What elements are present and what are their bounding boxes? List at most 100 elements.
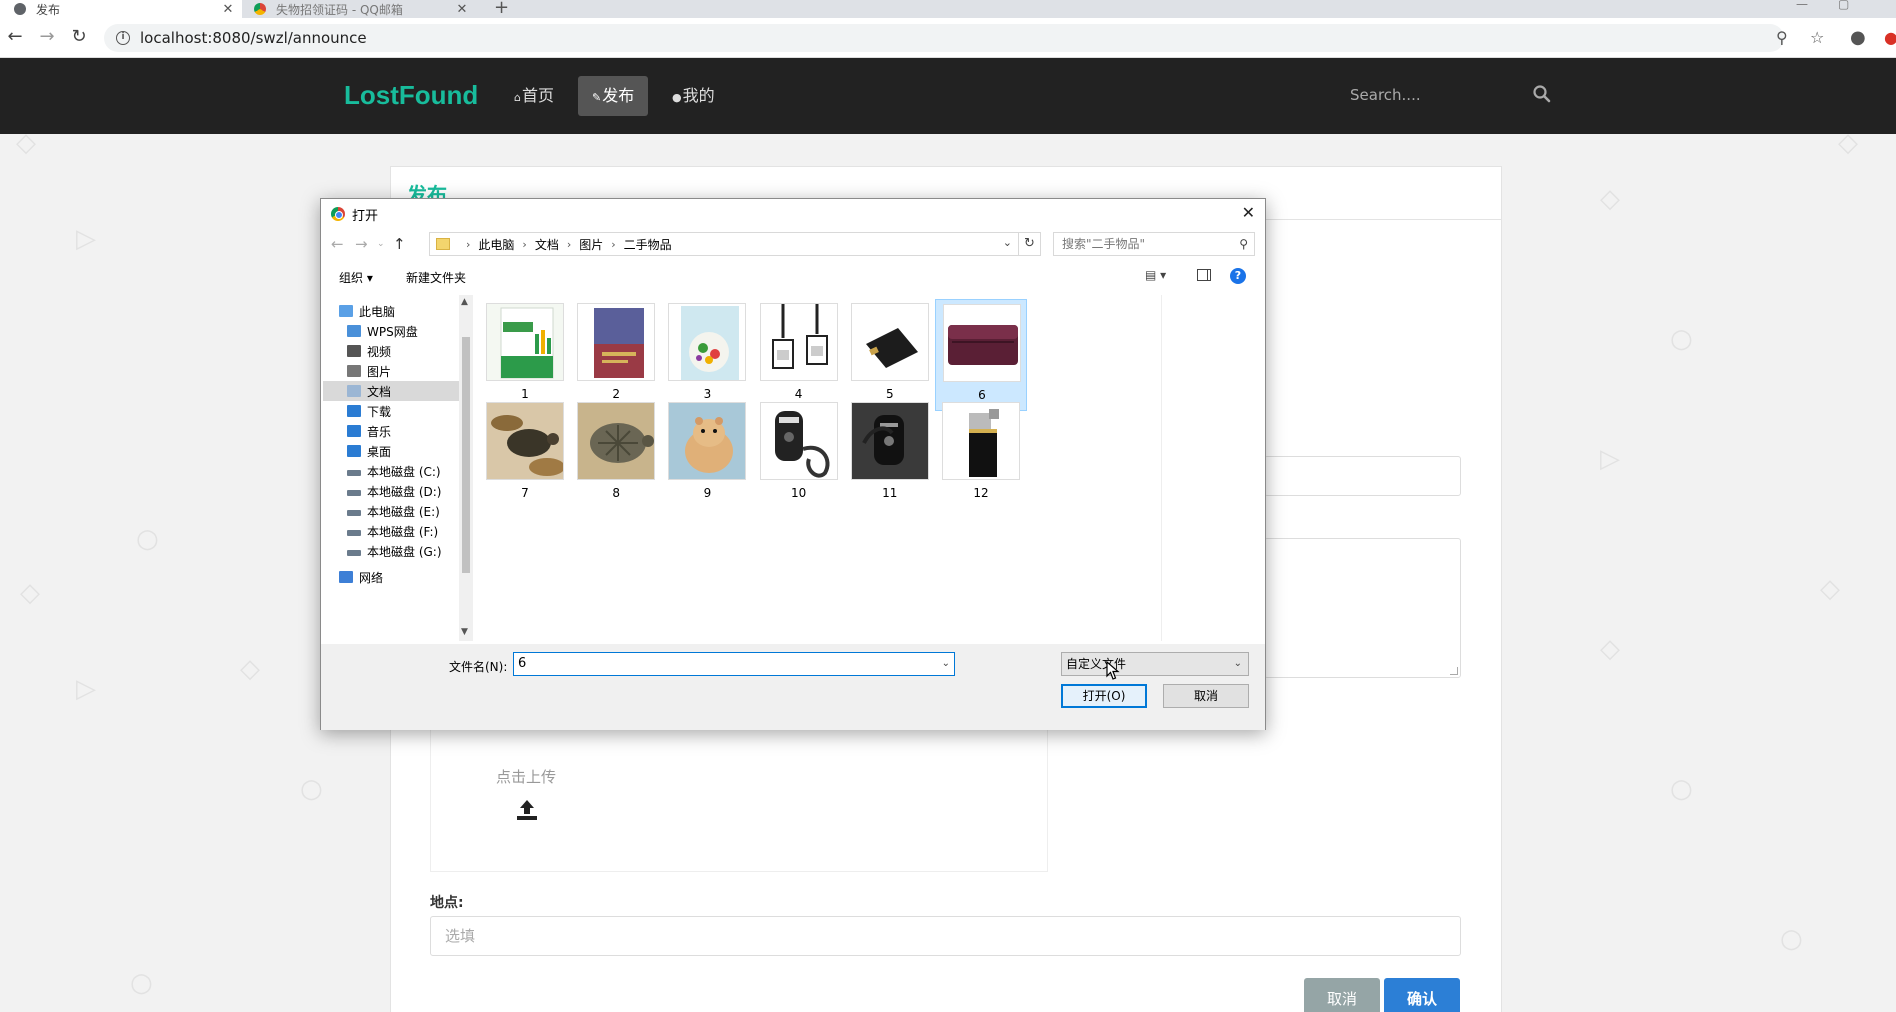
breadcrumb-item[interactable]: 文档 (535, 236, 559, 253)
search-input[interactable]: Search.... (1350, 86, 1421, 104)
url-field[interactable]: i localhost:8080/swzl/announce (104, 24, 1784, 52)
file-item[interactable]: 8 (570, 398, 662, 510)
cancel-button[interactable]: 取消 (1304, 978, 1380, 1012)
upload-icon[interactable] (515, 798, 539, 822)
breadcrumb-item[interactable]: 此电脑 (478, 236, 514, 253)
refresh-icon[interactable]: ↻ (1019, 232, 1041, 256)
dialog-search-input[interactable]: 搜索"二手物品" ⚲ (1053, 232, 1255, 256)
file-item[interactable]: 3 (661, 299, 753, 411)
brand-logo[interactable]: LostFound (344, 80, 478, 111)
resize-grip-icon[interactable] (1450, 667, 1458, 675)
file-name: 11 (882, 486, 898, 500)
nav-pane-item-label: 本地磁盘 (E:) (367, 504, 440, 519)
nav-pane-item[interactable]: 音乐 (323, 421, 459, 441)
bookmark-star-icon[interactable]: ☆ (1810, 24, 1824, 52)
chevron-down-icon[interactable]: ⌄ (1234, 653, 1242, 675)
back-icon[interactable]: ← (4, 27, 26, 47)
file-item[interactable]: 12 (935, 398, 1027, 510)
nav-pane-item[interactable]: 本地磁盘 (D:) (323, 481, 459, 501)
nav-pane-item[interactable]: 本地磁盘 (C:) (323, 461, 459, 481)
title-input[interactable] (1264, 456, 1461, 496)
dialog-cancel-button[interactable]: 取消 (1163, 684, 1249, 708)
recent-dropdown-icon[interactable]: ⌄ (377, 239, 385, 249)
nav-pane-item[interactable]: 本地磁盘 (E:) (323, 501, 459, 521)
dialog-bottom-bar: 文件名(N): 6 ⌄ 自定义文件 ⌄ 打开(O) 取消 (321, 644, 1265, 730)
decor-shape-icon: ◇ (16, 128, 36, 158)
forward-icon[interactable]: → (36, 27, 58, 47)
file-item[interactable]: 11 (844, 398, 936, 510)
close-icon[interactable]: ✕ (220, 2, 236, 17)
open-button[interactable]: 打开(O) (1061, 684, 1147, 708)
scrollbar-thumb[interactable] (462, 337, 470, 573)
filename-input[interactable]: 6 ⌄ (513, 652, 955, 676)
extension-icon[interactable]: ● (1884, 24, 1896, 52)
new-tab-button[interactable]: + (494, 0, 509, 18)
upload-label[interactable]: 点击上传 (496, 766, 556, 787)
filename-value: 6 (518, 656, 527, 671)
breadcrumb[interactable]: › 此电脑 › 文档 › 图片 › 二手物品 ⌄ (429, 232, 1019, 256)
breadcrumb-item[interactable]: 二手物品 (624, 236, 672, 253)
purple-wallet-thumb (943, 304, 1021, 382)
scroll-up-icon[interactable]: ▲ (461, 297, 468, 307)
nav-pane-item[interactable]: 本地磁盘 (F:) (323, 521, 459, 541)
file-item[interactable]: 9 (661, 398, 753, 510)
maximize-icon[interactable]: ▢ (1838, 0, 1849, 11)
confirm-button[interactable]: 确认 (1384, 978, 1460, 1012)
navpane-scrollbar[interactable]: ▲ ▼ (459, 295, 473, 641)
zoom-icon[interactable]: ⚲ (1776, 24, 1788, 52)
chevron-down-icon[interactable]: ⌄ (942, 653, 950, 675)
nav-pane-item[interactable]: 网络 (323, 567, 459, 587)
file-item[interactable]: 7 (479, 398, 571, 510)
description-textarea[interactable] (1264, 538, 1461, 678)
car-key-thumb (759, 402, 838, 480)
search-icon[interactable] (1532, 84, 1552, 104)
file-item[interactable]: 2 (570, 299, 662, 411)
nav-pane-item-label: 本地磁盘 (C:) (367, 464, 441, 479)
file-item[interactable]: 5 (844, 299, 936, 411)
nav-pane-item[interactable]: 文档 (323, 381, 459, 401)
view-options-icon[interactable]: ▤ ▾ (1145, 268, 1166, 282)
organize-button[interactable]: 组织 ▾ (339, 269, 373, 286)
account-icon[interactable]: ● (1850, 24, 1866, 52)
close-icon[interactable]: ✕ (454, 2, 470, 17)
location-input[interactable]: 选填 (430, 916, 1461, 956)
nav-home[interactable]: ⌂首页 (500, 76, 568, 116)
dialog-close-button[interactable]: ✕ (1242, 203, 1255, 222)
filetype-select[interactable]: 自定义文件 ⌄ (1061, 652, 1249, 676)
excel-book-thumb (486, 303, 564, 381)
nav-announce[interactable]: ✎发布 (578, 76, 649, 116)
breadcrumb-item[interactable]: 图片 (579, 236, 603, 253)
image-upload-area[interactable] (430, 720, 1048, 872)
browser-tab-qqmail[interactable]: 失物招领证码 - QQ邮箱 ✕ (244, 0, 476, 18)
new-folder-button[interactable]: 新建文件夹 (406, 269, 466, 286)
nav-announce-label: 发布 (602, 86, 635, 105)
nav-pane-item[interactable]: 本地磁盘 (G:) (323, 541, 459, 561)
browser-tab-announce[interactable]: 发布 ✕ (0, 0, 242, 18)
nav-pane-item[interactable]: 桌面 (323, 441, 459, 461)
minimize-icon[interactable]: — (1796, 0, 1808, 11)
car-key-dark-thumb (850, 402, 929, 480)
chevron-down-icon[interactable]: ⌄ (1003, 236, 1012, 249)
nav-pane-item[interactable]: 图片 (323, 361, 459, 381)
nav-pane-item[interactable]: 下载 (323, 401, 459, 421)
up-folder-icon[interactable]: ↑ (393, 235, 406, 253)
filename-label: 文件名(N): (449, 660, 508, 674)
nav-pane-item[interactable]: 此电脑 (323, 301, 459, 321)
drive-icon (347, 510, 361, 516)
file-item[interactable]: 1 (479, 299, 571, 411)
preview-pane-icon[interactable] (1197, 269, 1211, 281)
reload-icon[interactable]: ↻ (68, 27, 90, 47)
info-icon[interactable]: i (116, 31, 130, 45)
file-item[interactable]: 6 (935, 299, 1027, 411)
decor-shape-icon: ○ (1670, 774, 1693, 804)
nav-pane-item[interactable]: 视频 (323, 341, 459, 361)
folder-icon (436, 238, 450, 250)
file-item[interactable]: 10 (753, 398, 845, 510)
help-button[interactable]: ? (1230, 268, 1246, 284)
forward-icon[interactable]: → (355, 235, 368, 253)
nav-pane-item[interactable]: WPS网盘 (323, 321, 459, 341)
scroll-down-icon[interactable]: ▼ (461, 627, 468, 637)
back-icon[interactable]: ← (331, 235, 344, 253)
nav-mine[interactable]: ●我的 (658, 76, 729, 116)
file-item[interactable]: 4 (753, 299, 845, 411)
